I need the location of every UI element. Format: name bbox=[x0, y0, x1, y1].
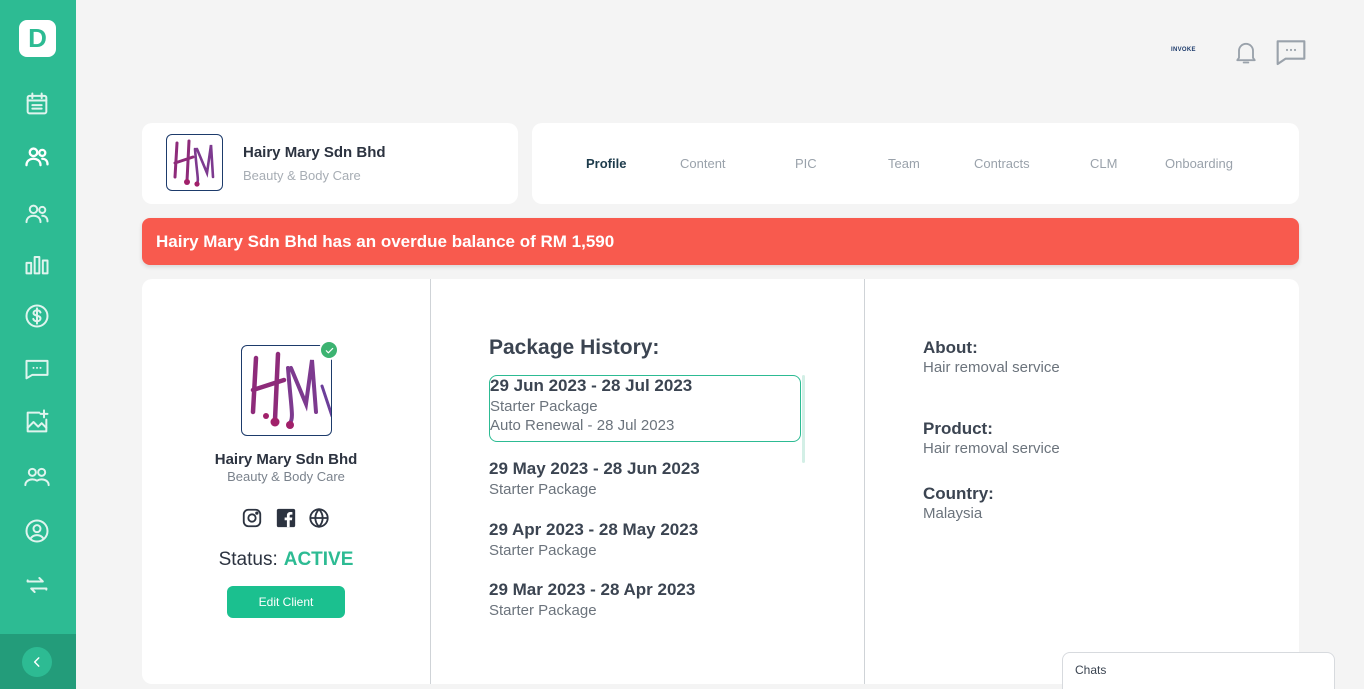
edit-client-button[interactable]: Edit Client bbox=[227, 586, 345, 618]
product-value: Hair removal service bbox=[923, 440, 1060, 457]
package-history-item[interactable]: 29 Apr 2023 - 28 May 2023 Starter Packag… bbox=[489, 520, 801, 559]
package-date: 29 Apr 2023 - 28 May 2023 bbox=[489, 520, 699, 539]
package-renewal: Auto Renewal - 28 Jul 2023 bbox=[490, 417, 675, 434]
country-label: Country: bbox=[923, 484, 994, 503]
package-name: Starter Package bbox=[489, 481, 597, 498]
instagram-icon[interactable] bbox=[241, 507, 263, 529]
user-circle-icon[interactable] bbox=[22, 516, 52, 546]
package-date: 29 Mar 2023 - 28 Apr 2023 bbox=[489, 580, 696, 599]
profile-category: Beauty & Body Care bbox=[227, 469, 345, 484]
package-history-item[interactable]: 29 Jun 2023 - 28 Jul 2023 Starter Packag… bbox=[489, 375, 801, 442]
sidebar-footer bbox=[0, 634, 76, 689]
client-logo bbox=[166, 134, 223, 191]
users-icon[interactable] bbox=[22, 199, 52, 229]
country-value: Malaysia bbox=[923, 505, 983, 522]
messages-icon[interactable] bbox=[1275, 37, 1307, 72]
about-label: About: bbox=[923, 338, 978, 357]
sidebar: D bbox=[0, 0, 76, 689]
profile-logo bbox=[241, 345, 332, 436]
facebook-icon[interactable] bbox=[275, 507, 297, 529]
package-name: Starter Package bbox=[489, 602, 597, 619]
website-globe-icon[interactable] bbox=[308, 507, 330, 529]
client-name: Hairy Mary Sdn Bhd bbox=[243, 144, 386, 161]
tab-clm[interactable]: CLM bbox=[1090, 156, 1117, 171]
handshake-icon[interactable] bbox=[22, 462, 52, 492]
client-category: Beauty & Body Care bbox=[243, 168, 361, 183]
status-value: ACTIVE bbox=[283, 549, 354, 570]
profile-name: Hairy Mary Sdn Bhd bbox=[214, 451, 358, 468]
status-row: Status: ACTIVE bbox=[142, 549, 430, 571]
overdue-alert: Hairy Mary Sdn Bhd has an overdue balanc… bbox=[142, 218, 1299, 265]
chats-label: Chats bbox=[1075, 663, 1107, 677]
package-name: Starter Package bbox=[489, 542, 597, 559]
refresh-icon[interactable] bbox=[22, 570, 52, 600]
client-header-card: Hairy Mary Sdn Bhd Beauty & Body Care bbox=[142, 123, 518, 204]
tabs-card: Profile Content PIC Team Contracts CLM O… bbox=[532, 123, 1299, 204]
app-logo[interactable]: D bbox=[19, 20, 56, 57]
package-history-item[interactable]: 29 Mar 2023 - 28 Apr 2023 Starter Packag… bbox=[489, 580, 801, 619]
brand-logo: INVOKE bbox=[1171, 47, 1196, 53]
tab-onboarding[interactable]: Onboarding bbox=[1165, 156, 1233, 171]
chat-icon[interactable] bbox=[22, 354, 52, 384]
bell-icon[interactable] bbox=[1232, 38, 1260, 71]
divider bbox=[864, 279, 865, 684]
package-history-title: Package History: bbox=[489, 336, 660, 359]
chats-widget[interactable]: Chats bbox=[1062, 652, 1335, 689]
tab-content[interactable]: Content bbox=[680, 156, 726, 171]
divider bbox=[430, 279, 431, 684]
overdue-alert-text: Hairy Mary Sdn Bhd has an overdue balanc… bbox=[156, 232, 615, 251]
package-name: Starter Package bbox=[490, 398, 598, 415]
package-history-scrollbar[interactable] bbox=[802, 375, 805, 463]
about-value: Hair removal service bbox=[923, 359, 1060, 376]
dollar-icon[interactable] bbox=[22, 301, 52, 331]
tab-contracts[interactable]: Contracts bbox=[974, 156, 1030, 171]
bar-chart-icon[interactable] bbox=[22, 249, 52, 279]
tab-pic[interactable]: PIC bbox=[795, 156, 817, 171]
clients-icon[interactable] bbox=[22, 142, 52, 172]
tab-team[interactable]: Team bbox=[888, 156, 920, 171]
chevron-left-icon bbox=[33, 657, 40, 667]
tab-profile[interactable]: Profile bbox=[586, 156, 626, 171]
verified-check-icon bbox=[319, 340, 339, 360]
product-label: Product: bbox=[923, 419, 993, 438]
collapse-sidebar-button[interactable] bbox=[22, 647, 52, 677]
client-profile-card: Hairy Mary Sdn Bhd Beauty & Body Care St… bbox=[142, 279, 1299, 684]
image-add-icon[interactable] bbox=[22, 407, 52, 437]
calendar-icon[interactable] bbox=[22, 89, 52, 119]
package-date: 29 Jun 2023 - 28 Jul 2023 bbox=[490, 376, 693, 395]
status-label: Status: bbox=[218, 549, 278, 570]
package-history-item[interactable]: 29 May 2023 - 28 Jun 2023 Starter Packag… bbox=[489, 459, 801, 498]
package-date: 29 May 2023 - 28 Jun 2023 bbox=[489, 459, 700, 478]
